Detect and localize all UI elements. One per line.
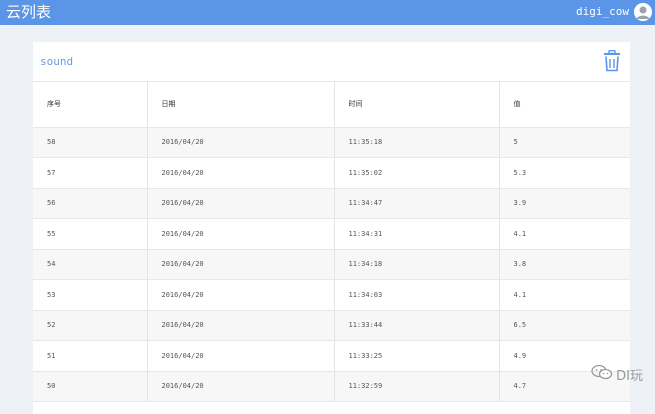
cell-index: 52: [33, 310, 148, 341]
cell-date: 2016/04/20: [147, 371, 335, 402]
cell-date: 2016/04/20: [147, 340, 335, 372]
cell-date: 2016/04/20: [147, 127, 335, 158]
column-header-index: 序号: [33, 82, 148, 128]
cell-date: 2016/04/20: [147, 279, 335, 311]
cell-time: 11:34:03: [334, 279, 500, 311]
data-table: 序号 日期 时间 值 58 2016/04/20 11:35:18 5 57 2…: [33, 82, 630, 402]
data-card: sound 序号 日期 时间 值 58 2016/04/20 11:35:18 …: [33, 42, 630, 414]
table-row: 52 2016/04/20 11:33:44 6.5: [33, 310, 630, 341]
cell-value: 4.1: [499, 279, 630, 311]
cell-index: 58: [33, 127, 148, 158]
cell-index: 51: [33, 340, 148, 372]
column-header-value: 值: [499, 82, 630, 128]
column-header-time: 时间: [334, 82, 500, 128]
cell-time: 11:34:18: [334, 249, 500, 280]
card-title: sound: [40, 55, 74, 68]
card-header: sound: [33, 42, 630, 82]
watermark: DI玩: [591, 364, 643, 384]
table-row: 56 2016/04/20 11:34:47 3.9: [33, 188, 630, 219]
cell-index: 56: [33, 188, 148, 219]
cell-time: 11:34:47: [334, 188, 500, 219]
cell-value: 3.9: [499, 188, 630, 219]
table-row: 51 2016/04/20 11:33:25 4.9: [33, 340, 630, 372]
cell-value: 5.3: [499, 157, 630, 189]
table-row: 57 2016/04/20 11:35:02 5.3: [33, 157, 630, 189]
watermark-text: DI玩: [616, 368, 643, 384]
cell-time: 11:32:59: [334, 371, 500, 402]
trash-icon[interactable]: [603, 49, 621, 72]
cell-value: 3.8: [499, 249, 630, 280]
cell-date: 2016/04/20: [147, 218, 335, 250]
table-row: 55 2016/04/20 11:34:31 4.1: [33, 218, 630, 250]
cell-index: 50: [33, 371, 148, 402]
cell-index: 54: [33, 249, 148, 280]
table-row: 58 2016/04/20 11:35:18 5: [33, 127, 630, 158]
cell-index: 53: [33, 279, 148, 311]
username[interactable]: digi_cow: [576, 5, 629, 19]
table-row: 54 2016/04/20 11:34:18 3.8: [33, 249, 630, 280]
avatar-icon[interactable]: [634, 3, 652, 21]
table-row: 53 2016/04/20 11:34:03 4.1: [33, 279, 630, 311]
cell-date: 2016/04/20: [147, 249, 335, 280]
cell-index: 57: [33, 157, 148, 189]
cell-date: 2016/04/20: [147, 188, 335, 219]
cell-value: 5: [499, 127, 630, 158]
cell-time: 11:33:44: [334, 310, 500, 341]
cell-value: 4.1: [499, 218, 630, 250]
table-row: 50 2016/04/20 11:32:59 4.7: [33, 371, 630, 402]
cell-time: 11:33:25: [334, 340, 500, 372]
cell-index: 55: [33, 218, 148, 250]
cell-date: 2016/04/20: [147, 310, 335, 341]
column-header-date: 日期: [147, 82, 335, 128]
cell-time: 11:35:02: [334, 157, 500, 189]
top-bar: 云列表 digi_cow: [0, 0, 655, 25]
table-header-row: 序号 日期 时间 值: [33, 82, 630, 128]
app-title: 云列表: [6, 3, 52, 21]
cell-time: 11:34:31: [334, 218, 500, 250]
cell-value: 6.5: [499, 310, 630, 341]
cell-date: 2016/04/20: [147, 157, 335, 189]
wechat-icon: [591, 364, 613, 384]
cell-time: 11:35:18: [334, 127, 500, 158]
